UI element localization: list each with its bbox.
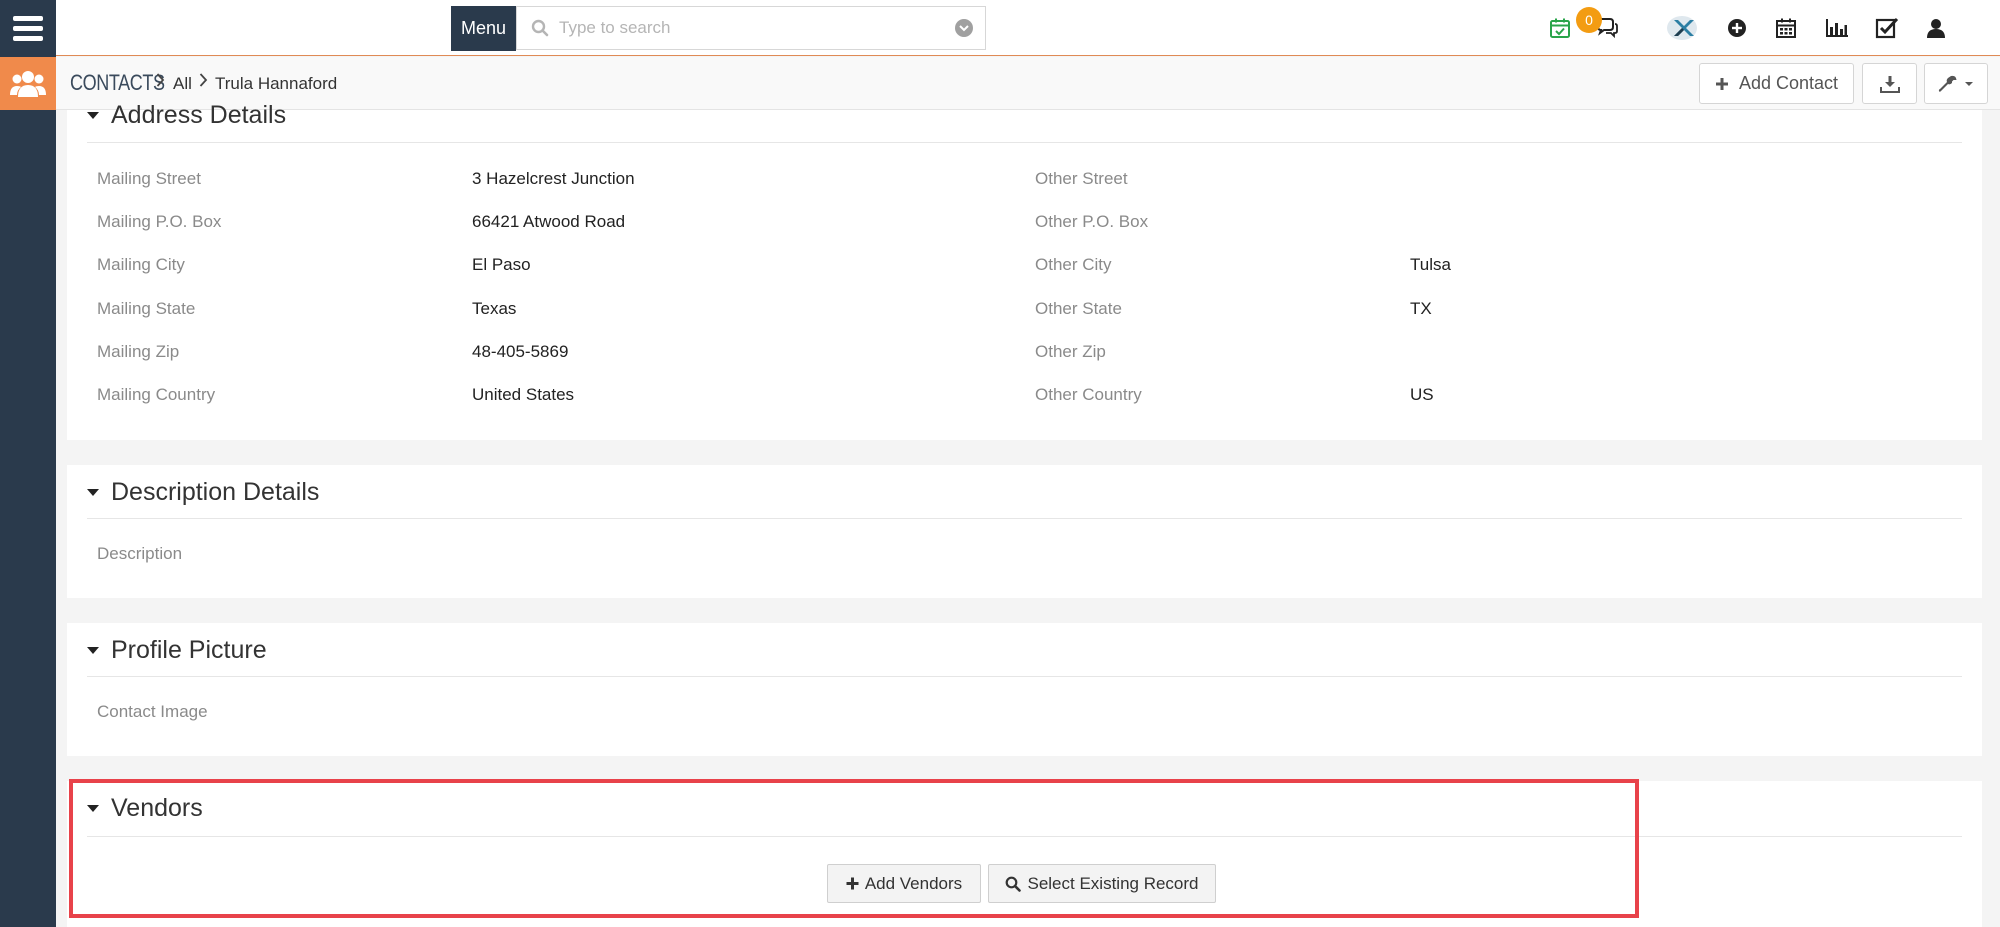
wrench-icon bbox=[1938, 75, 1957, 92]
address-details-title: Address Details bbox=[111, 101, 287, 129]
contacts-module-icon[interactable] bbox=[0, 57, 56, 110]
caret-down-icon bbox=[87, 112, 99, 119]
profile-picture-toggle[interactable]: Profile Picture bbox=[87, 636, 267, 665]
field-label: Other P.O. Box bbox=[1035, 212, 1149, 231]
field-label: Mailing State bbox=[97, 299, 196, 318]
users-group-icon bbox=[10, 70, 46, 97]
description-details-title: Description Details bbox=[111, 478, 320, 506]
field-label: Mailing P.O. Box bbox=[97, 212, 222, 231]
divider bbox=[87, 518, 1962, 519]
caret-down-icon bbox=[87, 805, 99, 812]
caret-down-icon bbox=[87, 489, 99, 496]
add-vendors-button[interactable]: Add Vendors bbox=[827, 864, 981, 903]
field-label: Mailing Country bbox=[97, 385, 216, 404]
divider bbox=[87, 676, 1962, 677]
chevron-right-icon bbox=[199, 73, 208, 92]
breadcrumb-record: Trula Hannaford bbox=[215, 74, 338, 93]
bar-chart-icon[interactable] bbox=[1823, 14, 1851, 42]
plus-icon bbox=[1715, 77, 1728, 90]
field-value: El Paso bbox=[472, 255, 531, 274]
address-details-panel: Address Details Mailing Street 3 Hazelcr… bbox=[67, 101, 1982, 440]
checkbox-icon[interactable] bbox=[1873, 14, 1901, 42]
caret-down-icon bbox=[1965, 81, 1973, 86]
vendors-toggle[interactable]: Vendors bbox=[87, 794, 203, 823]
notification-badge: 0 bbox=[1576, 7, 1602, 33]
select-existing-record-button[interactable]: Select Existing Record bbox=[988, 864, 1216, 903]
search-input[interactable] bbox=[559, 18, 939, 38]
global-search[interactable] bbox=[516, 6, 986, 50]
breadcrumb-module[interactable]: CONTACTS bbox=[70, 70, 165, 96]
caret-down-icon bbox=[87, 647, 99, 654]
menu-button[interactable]: Menu bbox=[451, 6, 516, 51]
field-label: Other Street bbox=[1035, 169, 1128, 188]
field-value: TX bbox=[1410, 299, 1432, 318]
select-existing-record-label: Select Existing Record bbox=[1027, 873, 1199, 893]
top-header: Menu bbox=[56, 0, 2000, 56]
field-label: Contact Image bbox=[97, 702, 208, 721]
breadcrumb: CONTACTS All Trula Hannaford Add Contact bbox=[56, 57, 2000, 110]
breadcrumb-all[interactable]: All bbox=[173, 74, 192, 94]
address-details-toggle[interactable]: Address Details bbox=[87, 101, 286, 130]
divider bbox=[87, 836, 1962, 837]
left-rail bbox=[0, 0, 56, 927]
profile-picture-panel: Profile Picture Contact Image bbox=[67, 623, 1982, 756]
field-value: 48-405-5869 bbox=[472, 342, 569, 361]
field-label: Mailing Zip bbox=[97, 342, 180, 361]
plus-icon bbox=[846, 877, 859, 890]
field-label: Other City bbox=[1035, 255, 1112, 274]
add-contact-label: Add Contact bbox=[1738, 73, 1839, 93]
field-value: 3 Hazelcrest Junction bbox=[472, 169, 635, 188]
field-label: Other State bbox=[1035, 299, 1122, 318]
field-label: Mailing City bbox=[97, 255, 185, 274]
field-value: United States bbox=[472, 385, 575, 404]
calendar-icon[interactable] bbox=[1772, 14, 1800, 42]
download-icon bbox=[1879, 75, 1900, 93]
field-value: Texas bbox=[472, 299, 517, 318]
search-icon bbox=[1006, 876, 1022, 892]
plus-circle-icon[interactable] bbox=[1723, 14, 1751, 42]
calendar-check-icon[interactable] bbox=[1546, 14, 1574, 42]
search-icon bbox=[531, 19, 549, 37]
vendors-panel: Vendors bbox=[67, 781, 1982, 927]
field-label: Other Country bbox=[1035, 385, 1142, 404]
field-label: Other Zip bbox=[1035, 342, 1106, 361]
vendors-title: Vendors bbox=[111, 794, 203, 822]
field-label: Description bbox=[97, 544, 183, 563]
chevron-down-icon[interactable] bbox=[955, 19, 973, 37]
profile-picture-title: Profile Picture bbox=[111, 636, 267, 664]
field-value: US bbox=[1410, 385, 1434, 404]
download-button[interactable] bbox=[1862, 63, 1917, 104]
tools-dropdown-button[interactable] bbox=[1924, 63, 1988, 104]
add-contact-button[interactable]: Add Contact bbox=[1699, 63, 1854, 104]
field-value: Tulsa bbox=[1410, 255, 1451, 274]
description-details-panel: Description Details Description bbox=[67, 465, 1982, 598]
divider bbox=[87, 142, 1962, 143]
field-label: Mailing Street bbox=[97, 169, 201, 188]
description-details-toggle[interactable]: Description Details bbox=[87, 478, 319, 507]
field-value: 66421 Atwood Road bbox=[472, 212, 626, 231]
add-vendors-label: Add Vendors bbox=[864, 873, 963, 893]
chevron-right-icon bbox=[156, 73, 165, 92]
user-icon[interactable] bbox=[1922, 14, 1950, 42]
app-logo-icon[interactable] bbox=[1665, 14, 1699, 42]
hamburger-menu-icon[interactable] bbox=[0, 0, 56, 56]
